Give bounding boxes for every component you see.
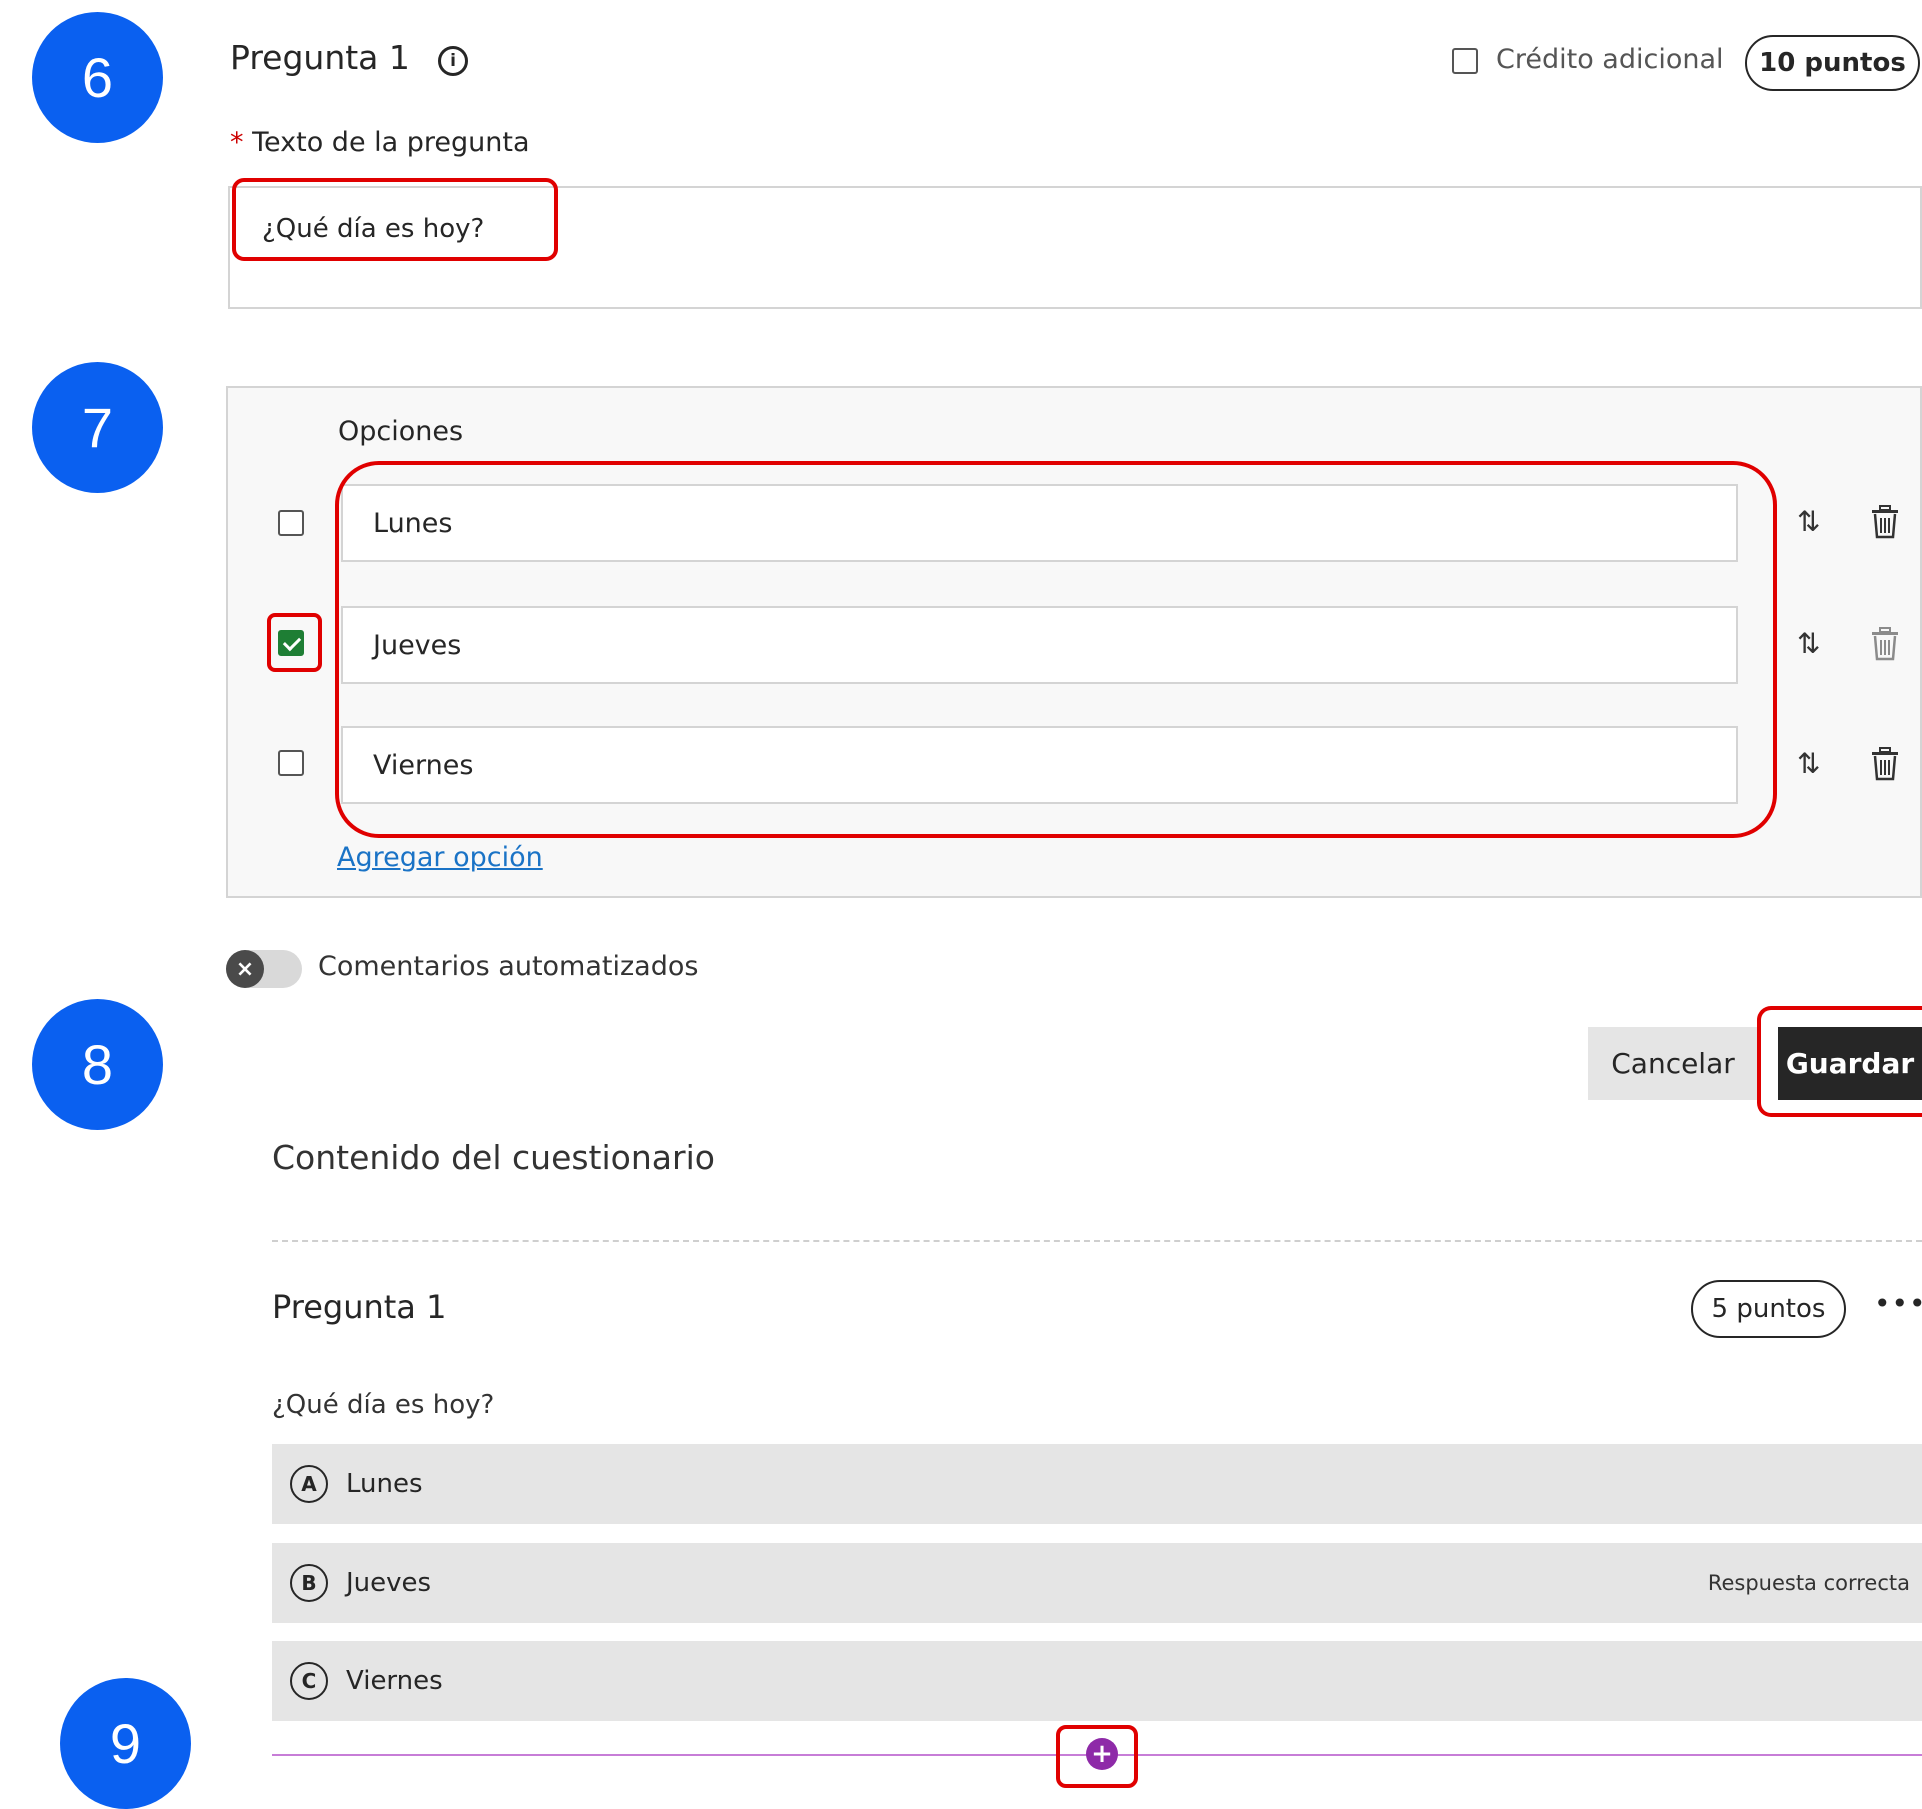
answer-letter: A [290,1465,328,1503]
quiz-question-points[interactable]: 5 puntos [1691,1280,1846,1338]
question-text-label-text: Texto de la pregunta [252,127,530,158]
step-badge-9: 9 [60,1678,191,1809]
cancel-button[interactable]: Cancelar [1588,1027,1758,1100]
answer-row: B Jueves Respuesta correcta [272,1543,1922,1623]
answer-row: A Lunes [272,1444,1922,1524]
answer-letter: C [290,1662,328,1700]
divider [272,1240,1922,1242]
extra-credit-checkbox[interactable] [1452,48,1478,74]
trash-icon[interactable] [1870,627,1900,661]
step-badge-7: 7 [32,362,163,493]
points-input[interactable]: 10 puntos [1745,35,1920,91]
step-badge-8: 8 [32,999,163,1130]
trash-icon[interactable] [1870,747,1900,781]
question-editor-title: Pregunta 1 [230,38,410,77]
option-correct-checkbox-1[interactable] [278,510,304,536]
required-marker: * [230,127,244,158]
question-text-label: * Texto de la pregunta [230,127,530,158]
answer-label: Viernes [346,1666,443,1696]
highlight-question-text [232,178,558,261]
extra-credit-label: Crédito adicional [1496,44,1724,75]
reorder-arrows-icon[interactable]: ⇅ [1797,627,1820,660]
toggle-off-icon: × [226,950,264,988]
trash-icon[interactable] [1870,505,1900,539]
ellipsis-icon[interactable]: ••• [1874,1287,1922,1320]
info-circle-icon[interactable]: i [438,46,468,76]
options-label: Opciones [338,416,464,447]
feedback-toggle-label: Comentarios automatizados [318,951,699,982]
correct-answer-note: Respuesta correcta [1707,1571,1910,1595]
quiz-question-text: ¿Qué día es hoy? [272,1390,495,1420]
highlight-save-button [1757,1006,1922,1117]
step-badge-6: 6 [32,12,163,143]
highlight-options [335,461,1777,838]
quiz-question-title: Pregunta 1 [272,1288,447,1326]
answer-letter: B [290,1564,328,1602]
answer-label: Jueves [346,1568,432,1598]
highlight-add-question [1056,1725,1138,1788]
reorder-arrows-icon[interactable]: ⇅ [1797,505,1820,538]
answer-label: Lunes [346,1469,423,1499]
reorder-arrows-icon[interactable]: ⇅ [1797,747,1820,780]
quiz-content-title: Contenido del cuestionario [272,1138,715,1177]
feedback-toggle[interactable]: × [226,950,302,988]
answer-row: C Viernes [272,1641,1922,1721]
highlight-correct-checkbox [267,613,322,672]
option-correct-checkbox-3[interactable] [278,750,304,776]
add-option-link[interactable]: Agregar opción [337,842,543,873]
